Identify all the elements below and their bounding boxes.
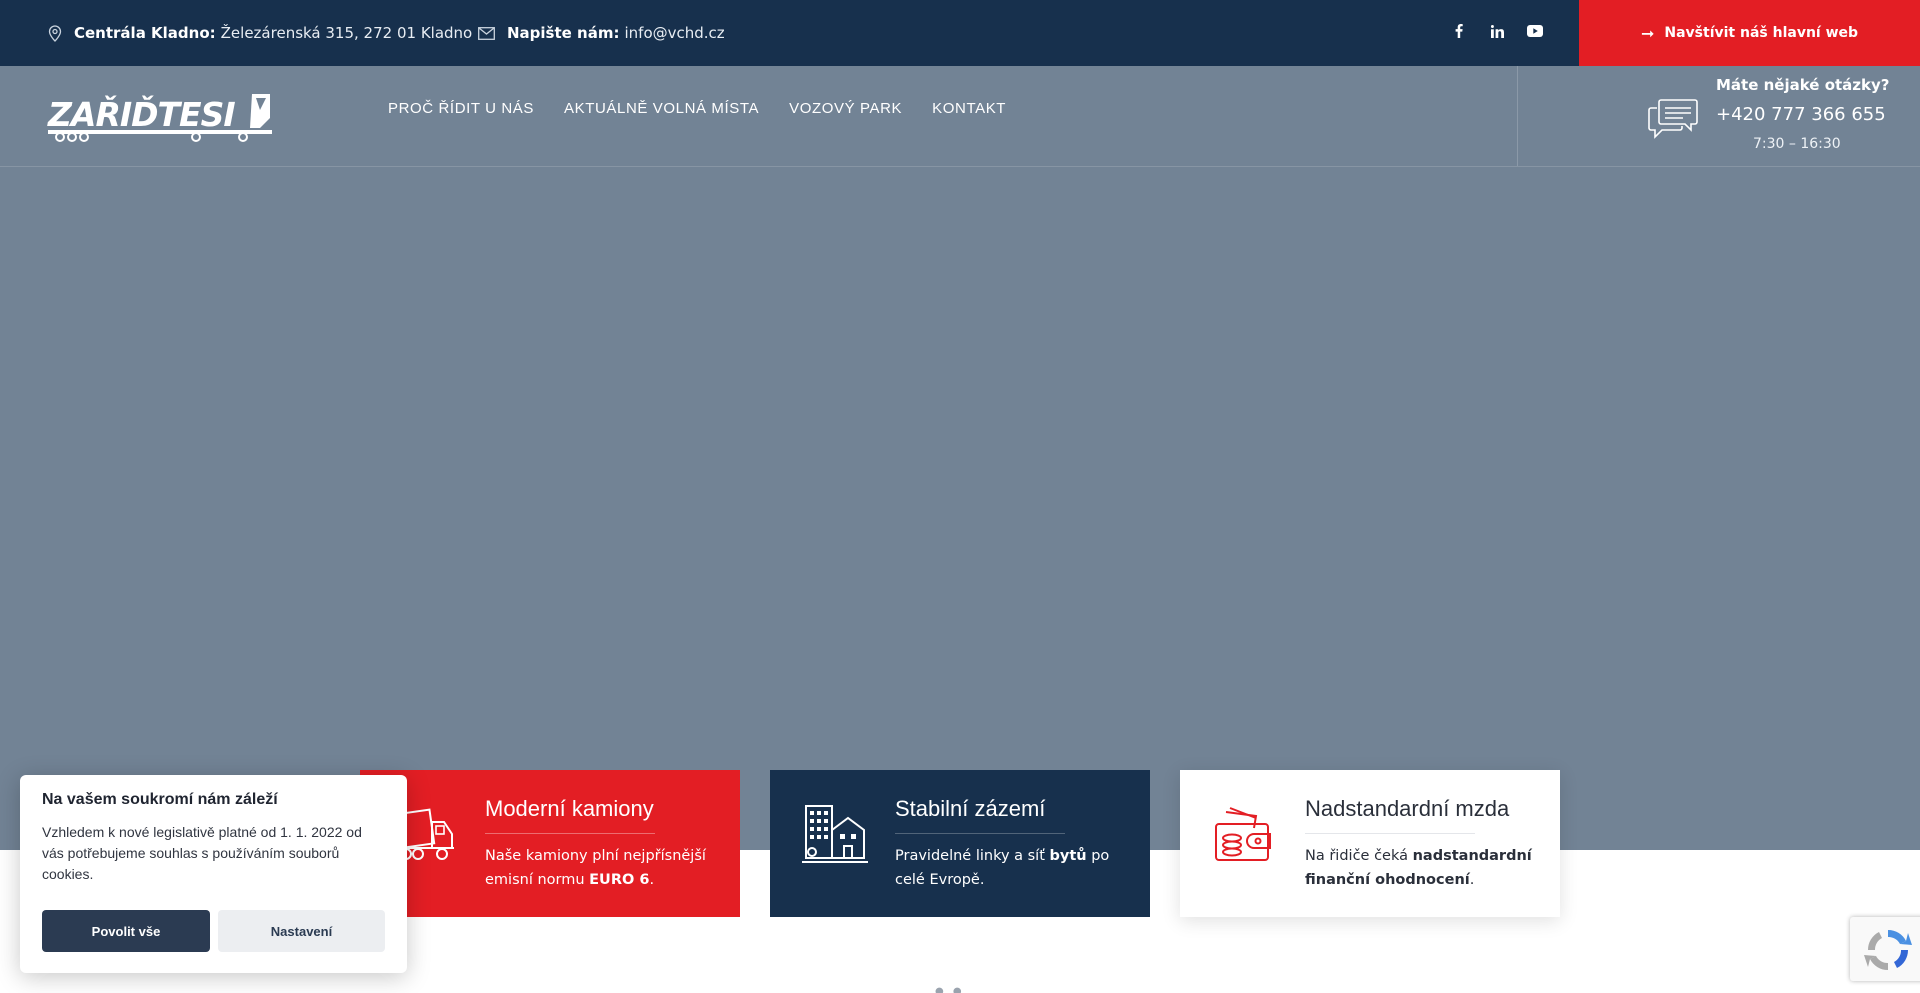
feature-text: Naše kamiony plní nejpřísnější emisní no…: [485, 848, 706, 888]
site-logo[interactable]: ZAŘIĎTESI: [46, 90, 276, 142]
address-info: Centrála Kladno: Železárenská 315, 272 0…: [48, 0, 472, 66]
email-link[interactable]: info@vchd.cz: [624, 24, 724, 42]
email-info: Napište nám: info@vchd.cz: [478, 0, 725, 66]
cookie-settings-button[interactable]: Nastavení: [218, 910, 385, 952]
menu-item-fleet[interactable]: VOZOVÝ PARK: [789, 100, 902, 117]
address-value: Železárenská 315, 272 01 Kladno: [220, 24, 473, 42]
main-menu: PROČ ŘÍDIT U NÁS AKTUÁLNĚ VOLNÁ MÍSTA VO…: [388, 100, 1036, 117]
youtube-icon[interactable]: [1516, 25, 1554, 37]
header-contact: Máte nějaké otázky? +420 777 366 655 7:3…: [1645, 74, 1920, 164]
contact-phone[interactable]: +420 777 366 655: [1716, 104, 1886, 125]
feature-title: Moderní kamiony: [485, 796, 654, 821]
accept-all-button[interactable]: Povolit vše: [42, 910, 210, 952]
header-divider: [0, 166, 1920, 167]
feature-divider: [895, 833, 1065, 834]
recaptcha-badge[interactable]: [1850, 917, 1920, 981]
contact-question: Máte nějaké otázky?: [1716, 76, 1890, 94]
feature-text: Na řidiče čeká nadstandardní finanční oh…: [1305, 848, 1532, 888]
header-separator: [1517, 66, 1518, 166]
wallet-icon: [1210, 800, 1280, 874]
social-links: [1440, 0, 1554, 62]
menu-item-contact[interactable]: KONTAKT: [932, 100, 1006, 117]
feature-title: Nadstandardní mzda: [1305, 796, 1510, 821]
facebook-icon[interactable]: [1440, 24, 1478, 38]
map-pin-icon: [48, 24, 62, 42]
contact-hours: 7:30 – 16:30: [1753, 136, 1841, 152]
cookie-title: Na vašem soukromí nám záleží: [42, 791, 278, 808]
feature-card-salary: Nadstandardní mzda Na řidiče čeká nadsta…: [1180, 770, 1560, 917]
menu-item-why-drive[interactable]: PROČ ŘÍDIT U NÁS: [388, 100, 534, 117]
linkedin-icon[interactable]: [1478, 24, 1516, 38]
envelope-icon: [478, 26, 495, 40]
cookie-text: Vzhledem k nové legislativě platné od 1.…: [42, 824, 362, 882]
logo-text: ZAŘIĎTESI: [47, 94, 235, 134]
feature-card-background: Stabilní zázemí Pravidelné linky a síť b…: [770, 770, 1150, 917]
scroll-indicator: ● ●: [935, 986, 965, 993]
feature-divider: [1305, 833, 1475, 834]
feature-card-trucks: Moderní kamiony Naše kamiony plní nejpří…: [360, 770, 740, 917]
chat-bubbles-icon: [1647, 94, 1699, 144]
hero-section: [0, 66, 1920, 850]
main-website-label: Navštívit náš hlavní web: [1664, 25, 1859, 41]
buildings-icon: [800, 800, 870, 874]
menu-item-open-positions[interactable]: AKTUÁLNĚ VOLNÁ MÍSTA: [564, 100, 759, 117]
email-label: Napište nám:: [507, 24, 620, 42]
feature-text: Pravidelné linky a síť bytů po celé Evro…: [895, 848, 1110, 888]
cookie-consent-dialog: Na vašem soukromí nám záleží Vzhledem k …: [20, 775, 407, 973]
top-bar: Centrála Kladno: Železárenská 315, 272 0…: [0, 0, 1920, 66]
arrow-right-icon: ➞: [1640, 23, 1655, 43]
main-website-button[interactable]: ➞ Navštívit náš hlavní web: [1579, 0, 1920, 66]
address-label: Centrála Kladno:: [74, 24, 216, 42]
feature-title: Stabilní zázemí: [895, 796, 1046, 821]
feature-divider: [485, 833, 655, 834]
recaptcha-icon: [1864, 929, 1912, 971]
